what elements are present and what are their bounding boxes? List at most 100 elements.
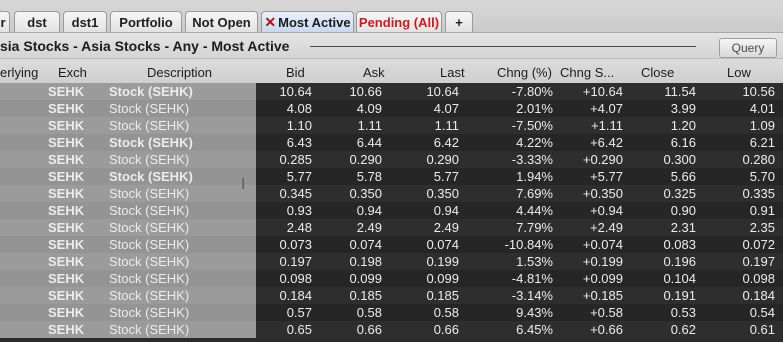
tab-strip: r dst dst1 Portfolio Not Open ✕ Most Act… <box>0 0 783 36</box>
table-row[interactable]: SEHK Stock (SEHK) 0.098 0.099 0.099 -4.81% +0.… <box>0 270 783 287</box>
tab-most-active[interactable]: ✕ Most Active <box>261 11 354 32</box>
cell-last: 0.199 <box>426 254 459 269</box>
cell-ask: 0.185 <box>349 288 382 303</box>
cell-desc: Stock (SEHK) <box>109 101 190 116</box>
cell-chg-pct: -7.80% <box>511 84 553 99</box>
cell-low: 2.35 <box>749 220 775 235</box>
table-row[interactable]: SEHK Stock (SEHK) 0.345 0.350 0.350 7.69% +0.3… <box>0 185 783 202</box>
cell-close: 0.196 <box>663 254 696 269</box>
table-row[interactable]: SEHK Stock (SEHK) 0.285 0.290 0.290 -3.33% +0.… <box>0 151 783 168</box>
cell-bid: 0.285 <box>279 152 312 167</box>
cell-chg-pct: 1.94% <box>516 169 553 184</box>
tab-dst1[interactable]: dst1 <box>63 11 107 32</box>
add-tab-button[interactable]: + <box>445 11 473 32</box>
tab-dst[interactable]: dst <box>14 11 60 32</box>
column-header-low[interactable]: Low <box>727 65 751 80</box>
cell-ask: 2.49 <box>356 220 382 235</box>
column-header-change[interactable]: Chng S... <box>560 65 614 80</box>
cell-low: 6.21 <box>749 135 775 150</box>
title-divider <box>310 46 696 47</box>
cell-bid: 0.57 <box>286 305 312 320</box>
table-row[interactable]: SEHK Stock (SEHK) 2.48 2.49 2.49 7.79% +2.49 2.… <box>0 219 783 236</box>
tab-not-open[interactable]: Not Open <box>185 11 258 32</box>
table-row[interactable]: SEHK Stock (SEHK) 0.073 0.074 0.074 -10.84% +0… <box>0 236 783 253</box>
cell-last: 6.42 <box>433 135 459 150</box>
cell-chg-pct: 1.53% <box>516 254 553 269</box>
cell-last: 0.66 <box>433 322 459 337</box>
cell-desc: Stock (SEHK) <box>109 237 190 252</box>
cell-chg: +10.64 <box>582 84 623 99</box>
cell-last: 0.099 <box>426 271 459 286</box>
cell-chg-pct: 2.01% <box>516 101 553 116</box>
cell-exch: SEHK <box>48 254 85 269</box>
cell-low: 0.098 <box>742 271 775 286</box>
table-row[interactable]: SEHK Stock (SEHK) 4.08 4.09 4.07 2.01% +4.07 3.… <box>0 100 783 117</box>
table-row[interactable]: SEHK Stock (SEHK) 1.10 1.11 1.11 -7.50% +1.11 1… <box>0 117 783 134</box>
column-header-description[interactable]: Description <box>147 65 212 80</box>
results-grid: SEHK Stock (SEHK) 10.64 10.66 10.64 -7.80% +10… <box>0 83 783 338</box>
cell-chg-pct: 4.22% <box>516 135 553 150</box>
tab-pending-all[interactable]: Pending (All) <box>356 11 442 32</box>
cell-low: 0.54 <box>749 305 775 320</box>
column-header-close[interactable]: Close <box>641 65 674 80</box>
cell-desc: Stock (SEHK) <box>109 186 190 201</box>
tab-portfolio[interactable]: Portfolio <box>110 11 182 32</box>
cell-desc: Stock (SEHK) <box>109 305 190 320</box>
cell-chg: +0.94 <box>590 203 623 218</box>
cell-ask: 0.074 <box>349 237 382 252</box>
tab-label: Pending (All) <box>358 14 440 30</box>
table-row[interactable]: SEHK Stock (SEHK) 0.57 0.58 0.58 9.43% +0.58 0.… <box>0 304 783 321</box>
query-button[interactable]: Query <box>719 38 777 58</box>
tab-partial[interactable]: r <box>0 11 10 32</box>
close-icon[interactable]: ✕ <box>264 14 276 31</box>
column-header-ask[interactable]: Ask <box>363 65 385 80</box>
table-row[interactable]: SEHK Stock (SEHK) 0.184 0.185 0.185 -3.14% +0.… <box>0 287 783 304</box>
table-row[interactable]: SEHK Stock (SEHK) 6.43 6.44 6.42 4.22% +6.42 6.… <box>0 134 783 151</box>
cell-bid: 4.08 <box>286 101 312 116</box>
tab-label: dst1 <box>71 14 99 30</box>
table-row[interactable]: SEHK Stock (SEHK) 0.93 0.94 0.94 4.44% +0.94 0.… <box>0 202 783 219</box>
cell-chg: +2.49 <box>590 220 623 235</box>
cell-ask: 0.66 <box>356 322 382 337</box>
cell-last: 2.49 <box>433 220 459 235</box>
column-header-change-pct[interactable]: Chng (%) <box>497 65 552 80</box>
cell-chg-pct: 7.79% <box>516 220 553 235</box>
cell-desc: Stock (SEHK) <box>109 220 190 235</box>
table-row[interactable]: SEHK Stock (SEHK) 10.64 10.66 10.64 -7.80% +10… <box>0 83 783 100</box>
page-title: sia Stocks - Asia Stocks - Any - Most Ac… <box>0 38 290 54</box>
cell-last: 0.290 <box>426 152 459 167</box>
column-header-bid[interactable]: Bid <box>286 65 305 80</box>
column-header-underlying[interactable]: erlying <box>0 65 38 80</box>
cell-ask: 6.44 <box>356 135 382 150</box>
table-row[interactable]: SEHK Stock (SEHK) 5.77 5.78 5.77 1.94% +5.77 5.… <box>0 168 783 185</box>
cell-exch: SEHK <box>48 237 85 252</box>
cell-chg: +0.099 <box>582 271 623 286</box>
cell-ask: 4.09 <box>356 101 382 116</box>
cell-last: 0.94 <box>433 203 459 218</box>
cell-desc: Stock (SEHK) <box>109 118 190 133</box>
table-row[interactable]: SEHK Stock (SEHK) 0.65 0.66 0.66 6.45% +0.66 0.… <box>0 321 783 338</box>
scanner-header: sia Stocks - Asia Stocks - Any - Most Ac… <box>0 32 783 59</box>
column-header-row: erlying Exch Description Bid Ask Last Ch… <box>0 58 783 83</box>
cell-low: 10.56 <box>742 84 775 99</box>
cell-low: 0.91 <box>749 203 775 218</box>
column-header-exch[interactable]: Exch <box>58 65 87 80</box>
cell-chg: +0.290 <box>582 152 623 167</box>
column-header-last[interactable]: Last <box>440 65 465 80</box>
cell-exch: SEHK <box>48 101 85 116</box>
cell-desc: Stock (SEHK) <box>109 288 190 303</box>
cell-chg-pct: -3.14% <box>511 288 553 303</box>
cell-exch: SEHK <box>48 169 85 184</box>
cell-chg: +0.074 <box>582 237 623 252</box>
cell-exch: SEHK <box>48 84 85 99</box>
cell-desc: Stock (SEHK) <box>109 322 190 337</box>
cell-exch: SEHK <box>48 152 85 167</box>
cell-chg: +0.199 <box>582 254 623 269</box>
cell-ask: 1.11 <box>357 118 382 133</box>
tab-label: r <box>0 14 6 30</box>
cell-close: 0.191 <box>663 288 696 303</box>
cell-bid: 0.184 <box>279 288 312 303</box>
cell-low: 0.072 <box>742 237 775 252</box>
table-row[interactable]: SEHK Stock (SEHK) 0.197 0.198 0.199 1.53% +0.1… <box>0 253 783 270</box>
cell-close: 0.300 <box>663 152 696 167</box>
